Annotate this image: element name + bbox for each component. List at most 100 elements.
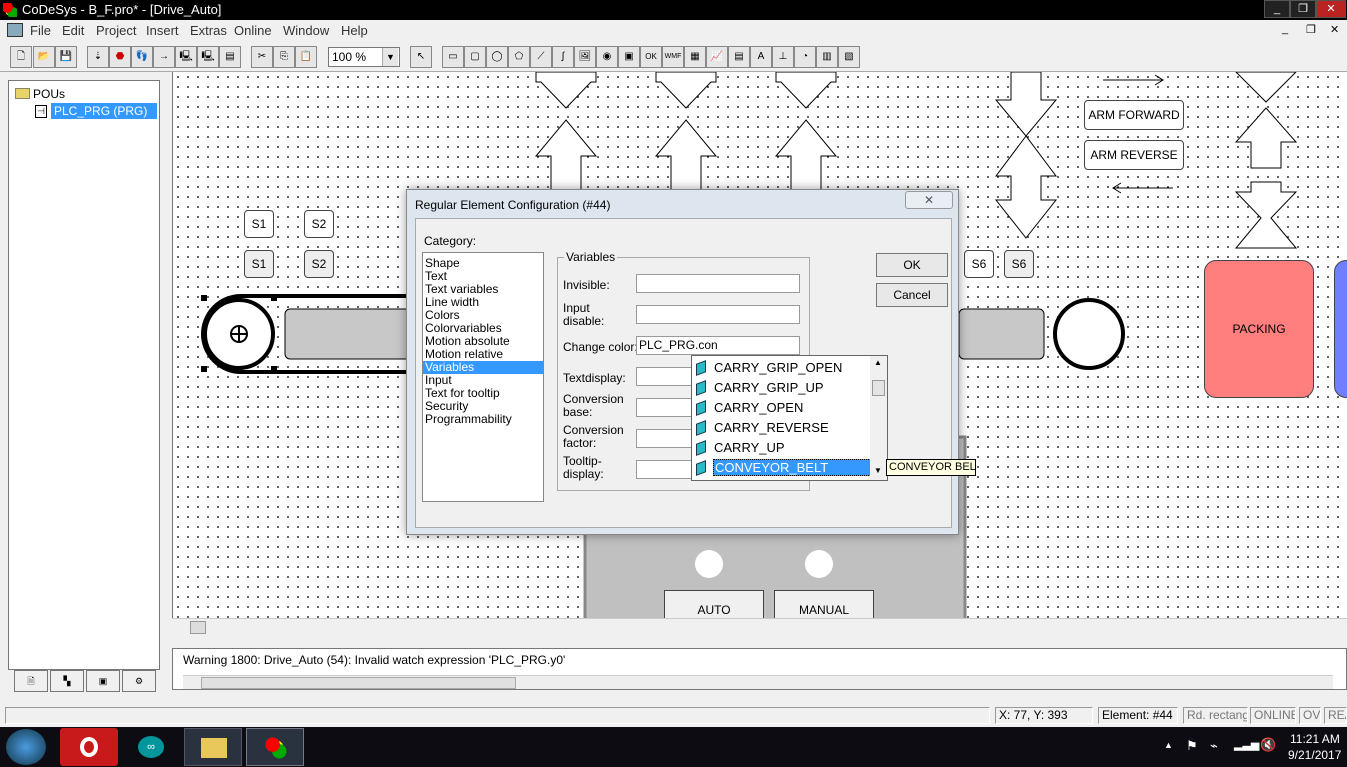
s6-button[interactable]: S6	[1004, 250, 1034, 278]
show-hidden-icons[interactable]: ▲	[1164, 740, 1173, 750]
polygon-tool-icon[interactable]: ⬠	[508, 46, 530, 68]
document-icon[interactable]	[7, 23, 23, 37]
auto-button[interactable]: AUTO	[664, 590, 764, 618]
arm-reverse-button[interactable]: ARM REVERSE	[1084, 140, 1184, 170]
menu-help[interactable]: Help	[341, 23, 368, 38]
scroll-up-icon[interactable]: ▲	[874, 358, 882, 367]
tab-pous[interactable]: 🗎	[14, 670, 48, 692]
scale-tool-icon[interactable]: ⊥	[772, 46, 794, 68]
taskbar-arduino[interactable]: ∞	[122, 728, 180, 766]
cut-icon[interactable]: ✂	[251, 46, 273, 68]
message-horizontal-scrollbar[interactable]	[183, 675, 1333, 689]
autocomplete-item[interactable]: CARRY_UP	[692, 438, 887, 458]
activex-tool-icon[interactable]: A	[750, 46, 772, 68]
autocomplete-item[interactable]: CARRY_GRIP_UP	[692, 378, 887, 398]
autocomplete-scrollbar[interactable]: ▲ ▼	[870, 356, 887, 480]
taskbar-explorer[interactable]	[184, 728, 242, 766]
new-icon[interactable]: 🗋	[10, 46, 32, 68]
menu-edit[interactable]: Edit	[62, 23, 84, 38]
stop-icon[interactable]: ⬣	[109, 46, 131, 68]
bar-display-tool-icon[interactable]: ▥	[816, 46, 838, 68]
ok-button[interactable]: OK	[876, 253, 948, 277]
clock-date[interactable]: 9/21/2017	[1288, 748, 1341, 762]
s6-indicator[interactable]: S6	[964, 250, 994, 278]
open-icon[interactable]: 📂	[33, 46, 55, 68]
alarm-tool-icon[interactable]: ▤	[728, 46, 750, 68]
menu-project[interactable]: Project	[96, 23, 136, 38]
tree-item-plc-prg[interactable]: PLC_PRG (PRG)	[51, 103, 157, 119]
histogram-tool-icon[interactable]: ▧	[838, 46, 860, 68]
tab-datatypes[interactable]: ▚	[50, 670, 84, 692]
tree-root-pous[interactable]: POUs	[33, 87, 65, 101]
menu-window[interactable]: Window	[283, 23, 329, 38]
autocomplete-item[interactable]: CARRY_GRIP_OPEN	[692, 358, 887, 378]
login-icon[interactable]: ⇣	[87, 46, 109, 68]
scroll-thumb[interactable]	[872, 380, 885, 396]
category-list[interactable]: Shape Text Text variables Line width Col…	[422, 252, 544, 502]
polyline-tool-icon[interactable]: ⟋	[530, 46, 552, 68]
ok-tool-icon[interactable]: OK	[640, 46, 662, 68]
rectangle-tool-icon[interactable]: ▭	[442, 46, 464, 68]
cancel-button[interactable]: Cancel	[876, 283, 948, 307]
restore-button[interactable]: ❐	[1290, 0, 1316, 18]
canvas-horizontal-scrollbar[interactable]	[172, 618, 1347, 636]
network-icon[interactable]: ▂▃▅	[1234, 738, 1259, 751]
rounded-rect-tool-icon[interactable]: ▢	[464, 46, 486, 68]
s2-button[interactable]: S2	[304, 250, 334, 278]
meter-tool-icon[interactable]: ◔	[794, 46, 816, 68]
select-pointer-icon[interactable]: ↖	[410, 46, 432, 68]
breakpoint-icon[interactable]: →	[153, 46, 175, 68]
paste-icon[interactable]: 📋	[295, 46, 317, 68]
mdi-minimize-button[interactable]: _	[1282, 23, 1288, 35]
autocomplete-item[interactable]: CARRY_OPEN	[692, 398, 887, 418]
wmf-tool-icon[interactable]: WMF	[662, 46, 684, 68]
minimize-button[interactable]: _	[1264, 0, 1290, 18]
packing-station[interactable]: PACKING	[1204, 260, 1314, 398]
mdi-close-button[interactable]: ✕	[1330, 23, 1339, 36]
offline-icon[interactable]: 🖳	[197, 46, 219, 68]
online-icon[interactable]: 🖳	[175, 46, 197, 68]
chevron-down-icon[interactable]: ▼	[382, 48, 398, 66]
tab-visualizations[interactable]: ▣	[86, 670, 120, 692]
menu-online[interactable]: Online	[234, 23, 272, 38]
tab-resources[interactable]: ⚙	[122, 670, 156, 692]
autocomplete-list[interactable]: CARRY_GRIP_OPEN CARRY_GRIP_UP CARRY_OPEN…	[691, 355, 888, 481]
table-tool-icon[interactable]: ▦	[684, 46, 706, 68]
dialog-close-button[interactable]: ✕	[905, 191, 953, 209]
bitmap-tool-icon[interactable]: 🖼	[574, 46, 596, 68]
taskbar-opera[interactable]	[60, 728, 118, 766]
category-programmability[interactable]: Programmability	[423, 413, 543, 426]
menu-file[interactable]: File	[30, 23, 51, 38]
input-disable-input[interactable]	[636, 305, 800, 324]
close-button[interactable]: ✕	[1316, 0, 1346, 18]
curve-tool-icon[interactable]: ∫	[552, 46, 574, 68]
save-icon[interactable]: 💾	[55, 46, 77, 68]
arm-forward-button[interactable]: ARM FORWARD	[1084, 100, 1184, 130]
invisible-input[interactable]	[636, 274, 800, 293]
taskbar-codesys[interactable]	[246, 728, 304, 766]
manual-button[interactable]: MANUAL	[774, 590, 874, 618]
change-color-input[interactable]: PLC_PRG.con	[636, 336, 800, 355]
trend-tool-icon[interactable]: 📈	[706, 46, 728, 68]
menu-insert[interactable]: Insert	[146, 23, 179, 38]
power-icon[interactable]: ⌁	[1210, 738, 1218, 754]
s1-indicator[interactable]: S1	[244, 210, 274, 238]
menu-extras[interactable]: Extras	[190, 23, 227, 38]
mdi-restore-button[interactable]: ❐	[1306, 23, 1316, 36]
autocomplete-item-selected[interactable]: CONVEYOR_BELT	[692, 458, 887, 478]
s1-button[interactable]: S1	[244, 250, 274, 278]
clock-time[interactable]: 11:21 AM	[1290, 732, 1340, 746]
button-tool-icon[interactable]: ▣	[618, 46, 640, 68]
visualization-tool-icon[interactable]: ◉	[596, 46, 618, 68]
scroll-thumb[interactable]	[201, 677, 516, 689]
action-center-icon[interactable]: ⚑	[1186, 738, 1198, 754]
step-icon[interactable]: 👣	[131, 46, 153, 68]
config-icon[interactable]: ▤	[219, 46, 241, 68]
scroll-down-icon[interactable]: ▼	[874, 466, 882, 475]
copy-icon[interactable]: ⎘	[273, 46, 295, 68]
volume-muted-icon[interactable]: 🔇	[1260, 737, 1276, 753]
start-button[interactable]	[6, 729, 46, 765]
autocomplete-item[interactable]: CARRY_REVERSE	[692, 418, 887, 438]
scroll-thumb[interactable]	[190, 621, 206, 634]
ellipse-tool-icon[interactable]: ◯	[486, 46, 508, 68]
